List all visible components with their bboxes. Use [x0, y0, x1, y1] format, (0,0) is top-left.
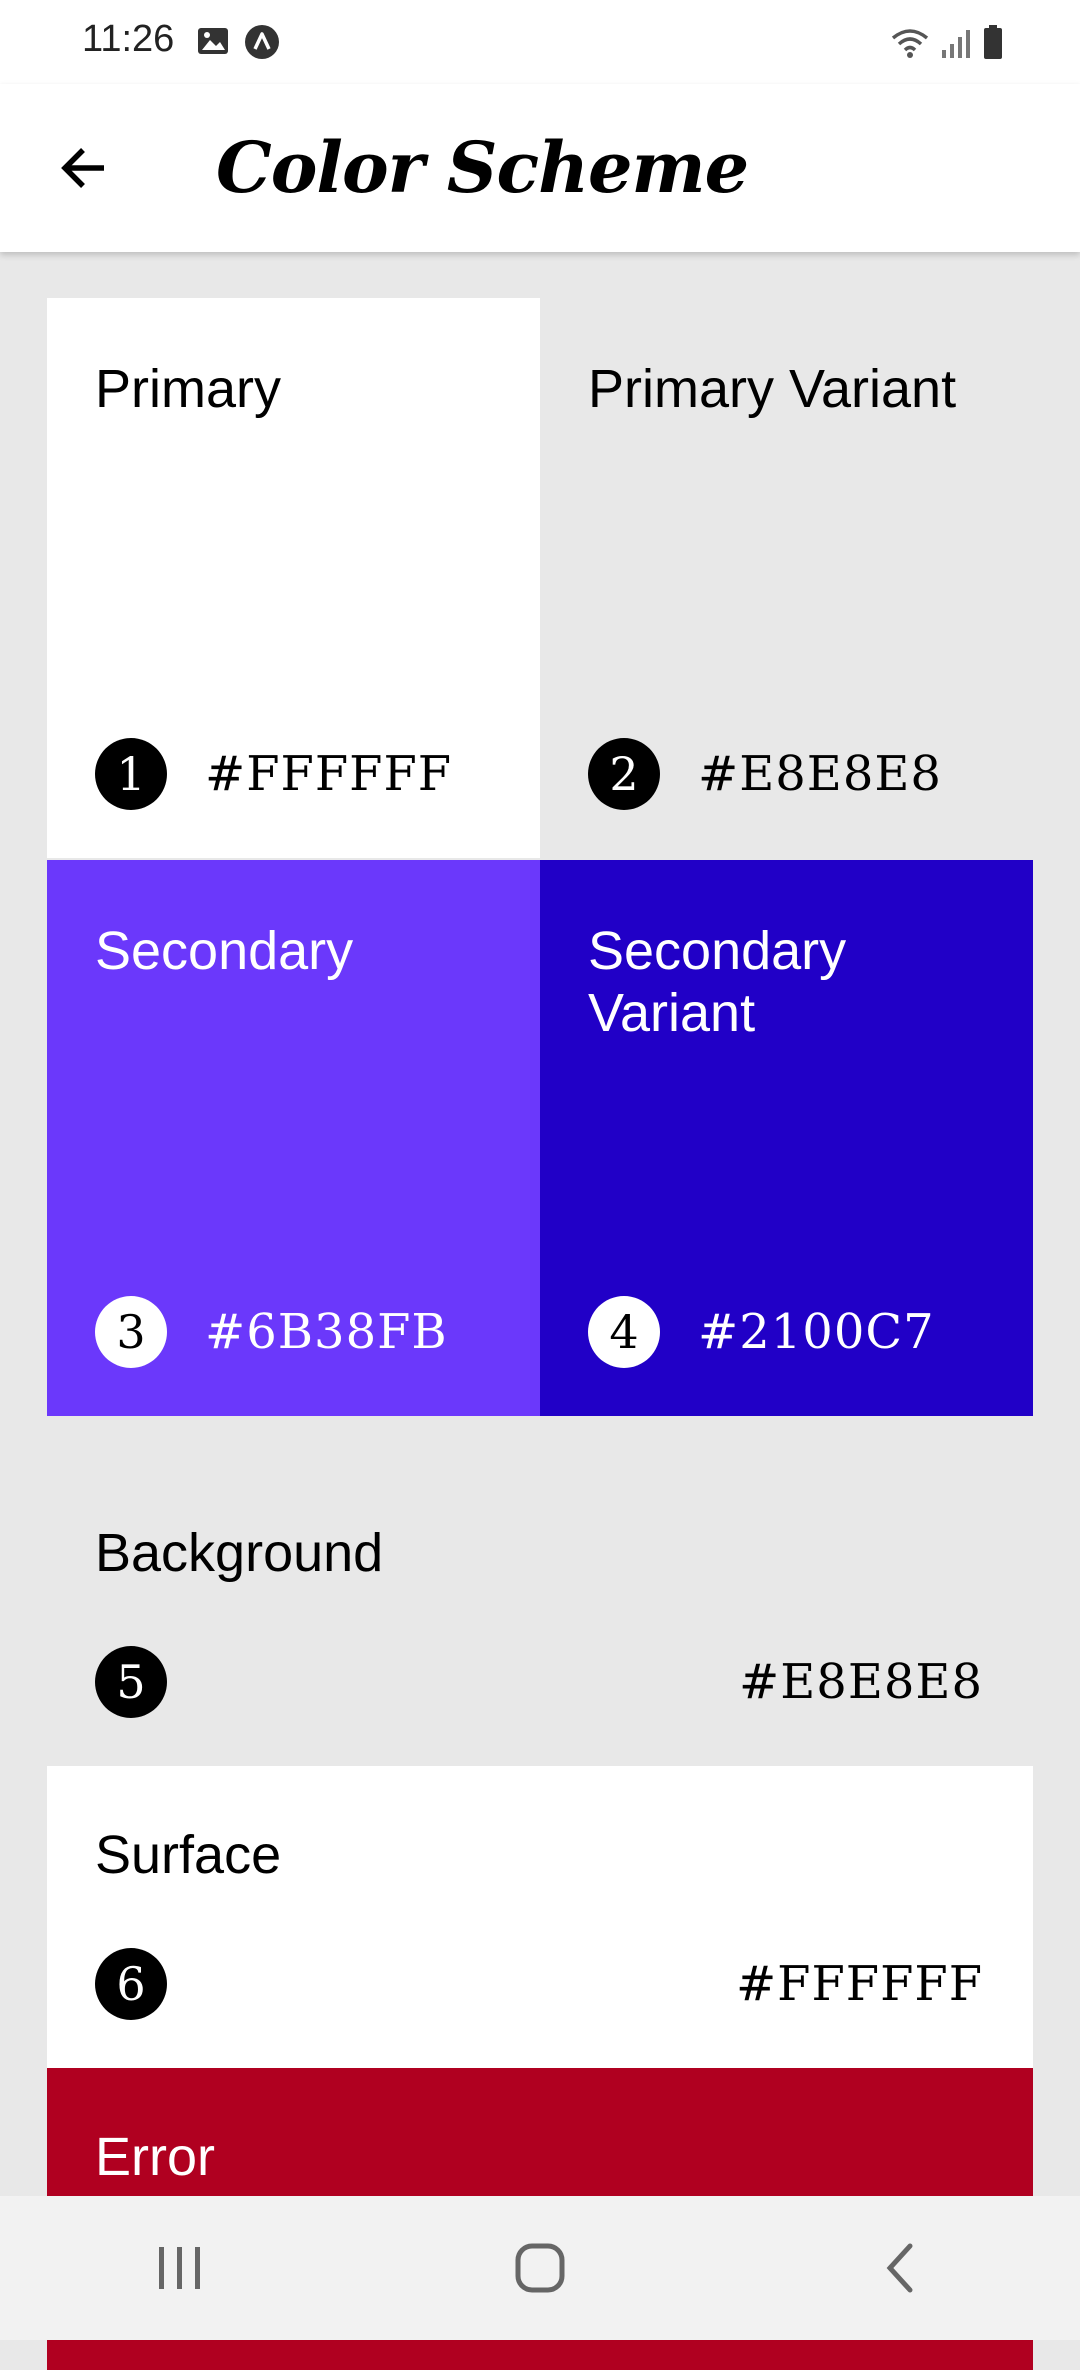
image-icon [196, 24, 230, 65]
home-button[interactable] [460, 2208, 620, 2328]
recent-apps-button[interactable] [100, 2208, 260, 2328]
home-icon [515, 2243, 565, 2293]
hex-value: #2100C7 [698, 1304, 935, 1360]
status-right-icons [890, 24, 1004, 65]
number-badge: 2 [588, 738, 660, 810]
background-color-tile[interactable]: Background 5 #E8E8E8 [47, 1464, 1033, 1766]
hex-value: #6B38FB [205, 1304, 448, 1360]
color-scheme-list: Primary 1 #FFFFFF Primary Variant 2 #E8E… [47, 298, 1033, 2370]
primary-variant-color-tile[interactable]: Primary Variant 2 #E8E8E8 [540, 298, 1033, 858]
surface-color-tile[interactable]: Surface 6 #FFFFFF [47, 1766, 1033, 2068]
tile-label: Surface [95, 1825, 282, 1885]
hex-value: #E8E8E8 [698, 746, 942, 802]
recent-apps-icon [159, 2247, 200, 2289]
app-bar: Color Scheme [0, 84, 1080, 252]
page-title: Color Scheme [216, 126, 749, 209]
tile-label: Primary [95, 359, 281, 419]
primary-color-tile[interactable]: Primary 1 #FFFFFF [47, 298, 540, 858]
system-nav-bar [0, 2196, 1080, 2340]
number-badge: 4 [588, 1296, 660, 1368]
tile-footer: 4 #2100C7 [588, 1296, 935, 1368]
tile-label: Secondary Variant [588, 921, 847, 1043]
number-badge: 6 [95, 1948, 167, 2020]
hex-value: #FFFFFF [205, 746, 453, 802]
tile-footer: 1 #FFFFFF [95, 738, 452, 810]
tile-label: Secondary [95, 921, 354, 981]
number-badge: 1 [95, 738, 167, 810]
status-bar: 11:26 [0, 0, 1080, 84]
tile-label: Primary Variant [588, 359, 957, 419]
number-badge: 3 [95, 1296, 167, 1368]
tile-label: Error [95, 2127, 215, 2187]
tile-footer: 2 #E8E8E8 [588, 738, 942, 810]
app-icon [244, 24, 280, 65]
back-nav-icon [886, 2243, 913, 2293]
tile-label: Background [95, 1523, 384, 1583]
wifi-icon [890, 26, 930, 65]
tile-footer: 3 #6B38FB [95, 1296, 448, 1368]
battery-icon [982, 24, 1004, 65]
color-grid: Primary 1 #FFFFFF Primary Variant 2 #E8E… [47, 298, 1033, 1416]
back-button[interactable] [36, 120, 132, 216]
status-left-icons [196, 24, 280, 65]
number-badge: 5 [95, 1646, 167, 1718]
arrow-left-icon [61, 148, 104, 188]
status-time: 11:26 [82, 18, 175, 60]
signal-icon [940, 28, 972, 65]
secondary-color-tile[interactable]: Secondary 3 #6B38FB [47, 860, 540, 1416]
hex-value: #FFFFFF [735, 1956, 983, 2012]
secondary-variant-color-tile[interactable]: Secondary Variant 4 #2100C7 [540, 860, 1033, 1416]
back-nav-button[interactable] [820, 2208, 980, 2328]
hex-value: #E8E8E8 [739, 1654, 983, 1710]
